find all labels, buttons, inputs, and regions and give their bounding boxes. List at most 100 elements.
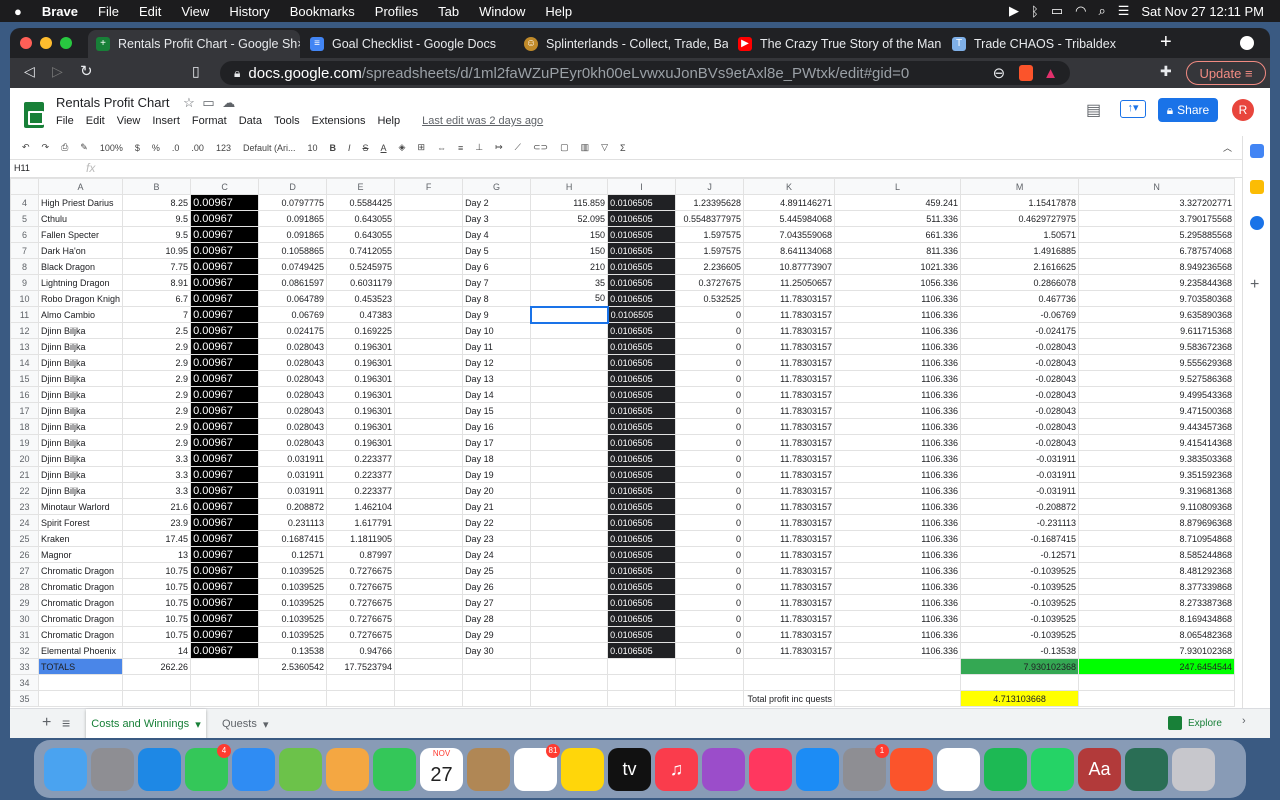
brave-icon[interactable] [890,747,933,791]
cell[interactable]: 11.78303157 [743,322,836,339]
cell[interactable] [462,690,532,707]
fill-color-icon[interactable]: ◈ [399,142,406,153]
cell[interactable]: 0.028043 [258,386,328,403]
cell[interactable]: 1106.336 [834,482,962,499]
calendar-addon-icon[interactable] [1250,144,1264,158]
cell[interactable] [394,674,464,691]
cell[interactable]: 0.1058865 [258,242,328,259]
cell[interactable]: 9.351592368 [1078,466,1236,483]
cell[interactable]: 1106.336 [834,514,962,531]
cell[interactable]: 0.024175 [258,322,328,339]
cell[interactable]: 0.7412055 [326,242,396,259]
filter-icon[interactable]: ▽ [601,142,608,153]
cell[interactable] [394,514,464,531]
cell[interactable]: 2.9 [122,370,192,387]
cell[interactable]: 0.00967 [190,210,260,227]
cell[interactable]: 0.00967 [190,226,260,243]
cell[interactable]: 0.47383 [326,306,396,323]
cell[interactable]: 0.00967 [190,290,260,307]
screenshot-thumbnail-icon[interactable] [1125,747,1168,791]
cell[interactable]: 0.0106505 [607,466,677,483]
cell[interactable]: 0.532525 [675,290,745,307]
cell[interactable]: 17.45 [122,530,192,547]
row-header[interactable]: 35 [10,690,39,707]
doc-menu-help[interactable]: Help [377,115,400,127]
cell[interactable]: 0.208872 [258,498,328,515]
cell[interactable]: Day 29 [462,626,532,643]
cell[interactable] [394,402,464,419]
cell[interactable] [394,258,464,275]
select-all-corner[interactable] [10,178,39,195]
cell[interactable] [607,690,677,707]
cell[interactable]: 0.031911 [258,466,328,483]
cell[interactable]: 0.196301 [326,402,396,419]
cell[interactable] [530,578,609,595]
bold-button[interactable]: B [330,143,337,153]
cell[interactable]: Djinn Biljka [37,434,124,451]
cell[interactable]: 1106.336 [834,306,962,323]
move-folder-icon[interactable]: ▭ [202,95,214,110]
row-header[interactable]: 19 [10,434,39,451]
cell[interactable]: 9.583672368 [1078,338,1236,355]
cell[interactable]: 0.0106505 [607,242,677,259]
cell[interactable]: 3.327202771 [1078,194,1236,211]
cell[interactable]: Day 5 [462,242,532,259]
cell[interactable]: 1106.336 [834,594,962,611]
browser-tab-tribaldex[interactable]: T Trade CHAOS - Tribaldex [944,30,1156,58]
cell[interactable]: 1.617791 [326,514,396,531]
cell[interactable]: 11.78303157 [743,498,836,515]
text-color-button[interactable]: A [381,143,387,153]
cell[interactable] [190,674,260,691]
cell[interactable]: 11.78303157 [743,546,836,563]
cell[interactable]: 0 [675,354,745,371]
facetime-icon[interactable] [373,747,416,791]
cell[interactable]: 1106.336 [834,402,962,419]
cell[interactable]: 1106.336 [834,626,962,643]
cell[interactable]: Robo Dragon Knigh [37,290,124,307]
more-formats-select[interactable]: 123 [216,143,231,153]
cell[interactable] [394,418,464,435]
cell[interactable]: 0.06769 [258,306,328,323]
cell[interactable]: Djinn Biljka [37,386,124,403]
cell[interactable]: 0 [675,530,745,547]
cell[interactable]: 1106.336 [834,434,962,451]
cell[interactable]: 0 [675,370,745,387]
row-header[interactable]: 6 [10,226,39,243]
cell[interactable]: 0.00967 [190,562,260,579]
cell[interactable]: Day 23 [462,530,532,547]
share-button[interactable]: 🔒︎ Share [1158,98,1218,122]
cell[interactable]: 11.78303157 [743,562,836,579]
cell[interactable] [394,690,464,707]
cell[interactable]: Djinn Biljka [37,354,124,371]
cell[interactable]: 0.0797775 [258,194,328,211]
cell[interactable]: 0.00967 [190,498,260,515]
row-header[interactable]: 30 [10,610,39,627]
cell[interactable]: 1.1811905 [326,530,396,547]
finder-icon[interactable] [44,747,87,791]
cell[interactable] [394,322,464,339]
cell[interactable]: 7.930102368 [1078,642,1236,659]
cell[interactable]: 0.0106505 [607,626,677,643]
paint-format-icon[interactable]: ✎ [80,142,88,153]
cell[interactable]: 3.3 [122,482,192,499]
cell[interactable] [258,674,328,691]
cell[interactable]: 0.0106505 [607,418,677,435]
cell[interactable]: 10.75 [122,594,192,611]
cell[interactable]: 150 [530,226,609,243]
cell[interactable] [394,242,464,259]
cell[interactable]: 0.00967 [190,546,260,563]
cell[interactable] [326,674,396,691]
calendar-icon[interactable]: NOV 27 [420,747,463,791]
cell[interactable]: 0.0106505 [607,354,677,371]
cell[interactable]: 9.110809368 [1078,498,1236,515]
cell[interactable]: 0.196301 [326,354,396,371]
cell[interactable]: 0 [675,594,745,611]
maps-icon[interactable] [279,747,322,791]
battery-icon[interactable]: ▭ [1051,3,1063,19]
row-header[interactable]: 9 [10,274,39,291]
row-header[interactable]: 26 [10,546,39,563]
cell[interactable]: 0.7276675 [326,594,396,611]
column-header[interactable]: H [530,178,609,195]
chrome-icon[interactable] [937,747,980,791]
safari-icon[interactable] [138,747,181,791]
